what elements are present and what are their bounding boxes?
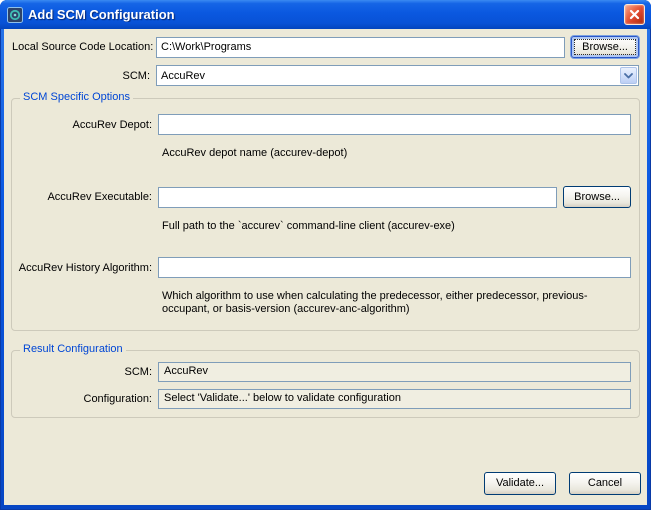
scm-app-icon (7, 7, 23, 23)
location-label: Local Source Code Location: (12, 41, 150, 53)
location-browse-button[interactable]: Browse... (571, 36, 639, 58)
scm-options-group: SCM Specific Options AccuRev Depot: Accu… (11, 98, 640, 331)
result-group: Result Configuration SCM: AccuRev Config… (11, 350, 640, 418)
location-row: Local Source Code Location: Browse... (8, 36, 639, 58)
result-configuration-row: Configuration: Select 'Validate...' belo… (12, 389, 631, 409)
result-scm-row: SCM: AccuRev (12, 362, 631, 382)
dialog-body: Local Source Code Location: Browse... SC… (4, 29, 647, 505)
history-help-text: Which algorithm to use when calculating … (162, 290, 619, 316)
location-input[interactable] (156, 37, 565, 58)
result-group-title: Result Configuration (20, 343, 126, 355)
scm-combobox[interactable]: AccuRev (156, 65, 639, 86)
depot-row: AccuRev Depot: (12, 114, 631, 135)
cancel-button[interactable]: Cancel (569, 472, 641, 495)
validate-button[interactable]: Validate... (484, 472, 556, 495)
history-input[interactable] (158, 257, 631, 278)
chevron-down-icon[interactable] (620, 67, 637, 84)
window-title: Add SCM Configuration (28, 7, 624, 22)
scm-label: SCM: (12, 70, 150, 82)
result-configuration-value: Select 'Validate...' below to validate c… (158, 389, 631, 409)
result-scm-value: AccuRev (158, 362, 631, 382)
result-scm-label: SCM: (12, 366, 152, 378)
dialog-window: Add SCM Configuration Local Source Code … (0, 0, 651, 510)
executable-label: AccuRev Executable: (12, 191, 152, 203)
scm-row: SCM: AccuRev (8, 65, 639, 86)
depot-input[interactable] (158, 114, 631, 135)
titlebar[interactable]: Add SCM Configuration (0, 0, 651, 29)
close-icon[interactable] (624, 4, 645, 25)
executable-row: AccuRev Executable: Browse... (12, 186, 631, 208)
depot-label: AccuRev Depot: (12, 119, 152, 131)
depot-help-text: AccuRev depot name (accurev-depot) (162, 147, 619, 160)
result-configuration-label: Configuration: (12, 393, 152, 405)
scm-options-group-title: SCM Specific Options (20, 91, 133, 103)
executable-input[interactable] (158, 187, 557, 208)
history-row: AccuRev History Algorithm: (12, 257, 631, 278)
action-buttons: Validate... Cancel (471, 472, 641, 495)
executable-browse-button[interactable]: Browse... (563, 186, 631, 208)
executable-help-text: Full path to the `accurev` command-line … (162, 220, 619, 233)
scm-combobox-value: AccuRev (157, 70, 619, 82)
history-label: AccuRev History Algorithm: (12, 262, 152, 274)
